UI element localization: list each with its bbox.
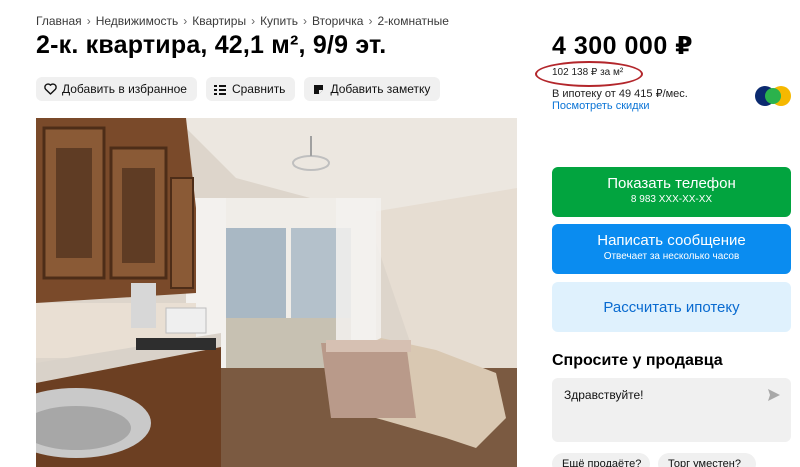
compare-label: Сравнить [231, 82, 286, 96]
message-input[interactable]: Здравствуйте! [552, 378, 791, 442]
add-to-favorites-button[interactable]: Добавить в избранное [36, 77, 197, 101]
write-message-label: Написать сообщение [597, 232, 746, 249]
write-message-button[interactable]: Написать сообщение Отвечает за несколько… [552, 224, 791, 274]
breadcrumb-separator: › [86, 14, 91, 28]
add-note-label: Добавить заметку [330, 82, 431, 96]
breadcrumb-separator: › [251, 14, 256, 28]
show-phone-label: Показать телефон [607, 175, 736, 192]
listing-actions: Добавить в избранное Сравнить Добавить з… [36, 77, 441, 101]
view-discounts-link[interactable]: Посмотреть скидки [552, 100, 650, 112]
breadcrumb-separator: › [303, 14, 308, 28]
show-phone-button[interactable]: Показать телефон 8 983 XXX-XX-XX [552, 167, 791, 217]
send-icon[interactable] [767, 388, 781, 402]
breadcrumb-buy[interactable]: Купить [260, 14, 298, 28]
ask-seller-title: Спросите у продавца [552, 352, 723, 369]
note-icon [311, 82, 325, 96]
phone-number: 8 983 XXX-XX-XX [630, 194, 713, 205]
price-per-m2: 102 138 ₽ за м² [552, 67, 624, 78]
breadcrumb-secondary[interactable]: Вторичка [312, 14, 363, 28]
add-note-button[interactable]: Добавить заметку [304, 77, 441, 101]
quick-question-chip[interactable]: Ещё продаёте? [552, 453, 650, 467]
page-title: 2-к. квартира, 42,1 м², 9/9 эт. [36, 31, 387, 59]
breadcrumb-realty[interactable]: Недвижимость [96, 14, 179, 28]
breadcrumb: Главная › Недвижимость › Квартиры › Купить ›… [36, 14, 449, 28]
message-text: Здравствуйте! [564, 388, 644, 402]
quick-questions: Ещё продаёте? Торг уместен? [552, 453, 756, 467]
heart-icon [43, 82, 57, 96]
add-to-favorites-label: Добавить в избранное [62, 82, 187, 96]
compare-icon [213, 82, 227, 96]
price: 4 300 000 ₽ [552, 32, 694, 60]
breadcrumb-2-room[interactable]: 2-комнатные [377, 14, 448, 28]
quick-question-chip[interactable]: Торг уместен? [658, 453, 756, 467]
breadcrumb-separator: › [183, 14, 188, 28]
response-time: Отвечает за несколько часов [603, 251, 740, 262]
listing-photo[interactable] [36, 118, 517, 467]
calculate-mortgage-button[interactable]: Рассчитать ипотеку [552, 282, 791, 332]
bank-logo[interactable] [754, 85, 792, 107]
mortgage-estimate: В ипотеку от 49 415 ₽/мес. [552, 88, 688, 100]
compare-button[interactable]: Сравнить [205, 77, 296, 101]
breadcrumb-separator: › [368, 14, 373, 28]
breadcrumb-apartments[interactable]: Квартиры [192, 14, 246, 28]
breadcrumb-home[interactable]: Главная [36, 14, 82, 28]
